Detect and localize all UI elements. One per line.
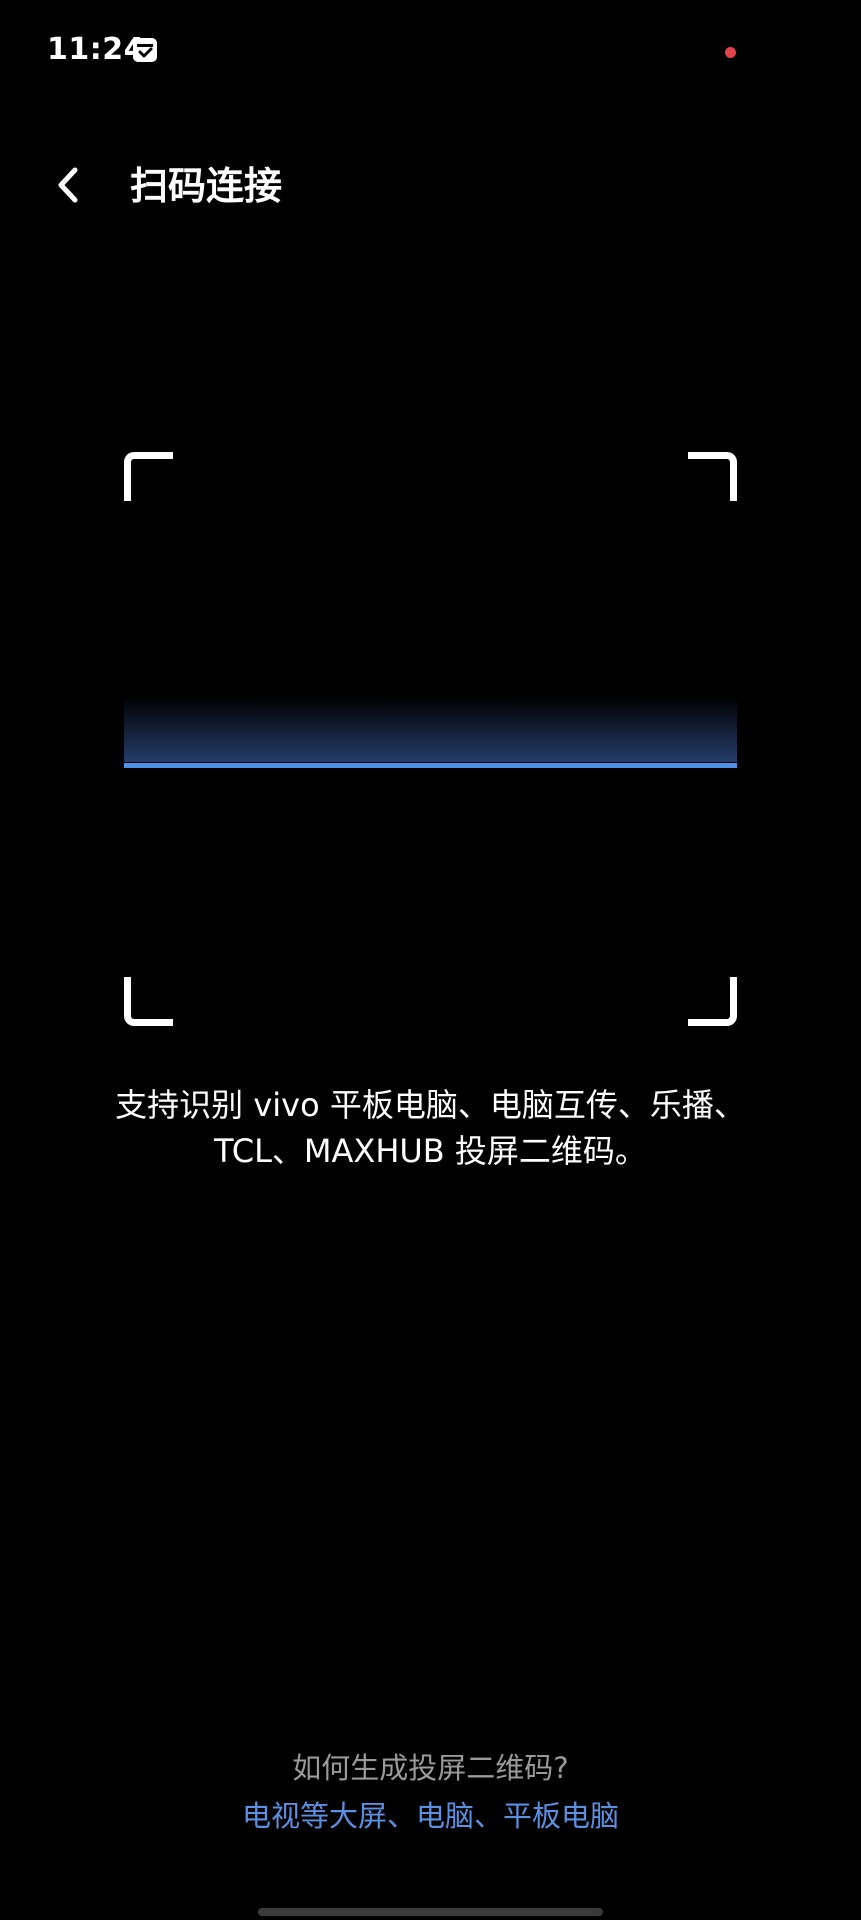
chevron-left-icon: [58, 167, 78, 203]
description-line-2: TCL、MAXHUB 投屏二维码。: [214, 1132, 647, 1170]
calendar-check-icon: [132, 37, 158, 63]
page-title: 扫码连接: [130, 164, 283, 208]
header: 扫码连接: [0, 140, 861, 230]
back-button[interactable]: [44, 160, 94, 210]
scanner-corner-bottom-left: [124, 977, 173, 1026]
status-time: 11:24: [47, 32, 145, 67]
supported-codes-description: 支持识别 vivo 平板电脑、电脑互传、乐播、 TCL、MAXHUB 投屏二维码…: [60, 1082, 801, 1174]
status-bar: 11:24: [0, 0, 861, 100]
scanner-corner-bottom-right: [688, 977, 737, 1026]
scanner-corner-top-left: [124, 452, 173, 501]
help-question: 如何生成投屏二维码?: [292, 1751, 569, 1785]
scan-line-glow: [124, 697, 737, 762]
scanner-corner-top-right: [688, 452, 737, 501]
help-devices-link[interactable]: 电视等大屏、电脑、平板电脑: [0, 1796, 861, 1836]
description-line-1: 支持识别 vivo 平板电脑、电脑互传、乐播、: [115, 1086, 746, 1124]
notification-dot: [725, 47, 736, 58]
qr-scanner-frame: [124, 452, 737, 1026]
scan-line: [124, 763, 737, 768]
home-indicator[interactable]: [258, 1908, 603, 1916]
